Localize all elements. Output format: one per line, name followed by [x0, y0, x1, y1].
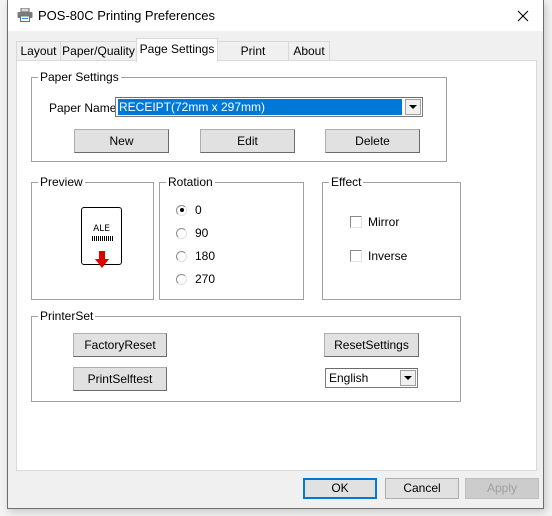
print-selftest-button[interactable]: PrintSelftest — [73, 367, 167, 391]
close-icon — [517, 10, 529, 21]
paper-name-select[interactable]: RECEIPT(72mm x 297mm) — [115, 97, 423, 117]
close-button[interactable] — [503, 0, 543, 31]
preview-legend: Preview — [38, 175, 85, 189]
language-value: English — [329, 371, 369, 385]
radio-icon — [176, 227, 187, 239]
rotation-legend: Rotation — [166, 175, 215, 189]
tab-print-settings[interactable]: Print Settings — [217, 41, 289, 76]
page-settings-panel: Paper Settings Paper Name RECEIPT(72mm x… — [16, 60, 537, 471]
chevron-down-icon — [404, 376, 412, 380]
rotation-90-radio[interactable]: 90 — [176, 226, 208, 240]
factory-reset-button[interactable]: FactoryReset — [73, 333, 167, 357]
title-bar: POS-80C Printing Preferences — [8, 0, 543, 31]
tab-page-settings[interactable]: Page Settings — [136, 38, 218, 62]
printer-icon — [17, 8, 33, 22]
radio-selected-icon — [176, 204, 187, 216]
apply-button[interactable]: Apply — [465, 478, 539, 499]
dropdown-arrow-button[interactable] — [400, 370, 416, 386]
checkbox-icon — [350, 250, 362, 262]
inverse-label: Inverse — [368, 249, 408, 263]
tab-layout[interactable]: Layout — [16, 41, 61, 61]
rotation-90-label: 90 — [195, 226, 209, 240]
preview-sample-text: ALE — [93, 224, 110, 234]
checkbox-icon — [350, 216, 362, 228]
effect-group: Effect Mirror Inverse — [322, 175, 461, 300]
printerset-legend: PrinterSet — [38, 309, 96, 323]
rotation-0-label: 0 — [195, 203, 202, 217]
preview-paper: ALE — [81, 207, 122, 268]
rotation-270-label: 270 — [195, 272, 216, 286]
edit-button[interactable]: Edit — [200, 129, 295, 153]
delete-button[interactable]: Delete — [325, 129, 420, 153]
rotation-180-label: 180 — [195, 249, 216, 263]
cancel-button[interactable]: Cancel — [385, 478, 459, 499]
new-button[interactable]: New — [74, 129, 169, 153]
mirror-checkbox[interactable]: Mirror — [350, 215, 399, 229]
rotation-group: Rotation 0 90 180 270 — [159, 175, 304, 300]
inverse-checkbox[interactable]: Inverse — [350, 249, 407, 263]
paper-settings-group: Paper Settings Paper Name RECEIPT(72mm x… — [31, 70, 447, 162]
rotation-0-radio[interactable]: 0 — [176, 203, 202, 217]
effect-legend: Effect — [329, 175, 364, 189]
dropdown-arrow-button[interactable] — [405, 99, 421, 115]
radio-icon — [176, 250, 187, 262]
paper-name-value: RECEIPT(72mm x 297mm) — [118, 99, 402, 115]
mirror-label: Mirror — [368, 215, 400, 229]
chevron-down-icon — [409, 105, 417, 109]
arrow-down-icon — [95, 251, 109, 268]
printing-preferences-window: POS-80C Printing Preferences Layout Pape… — [7, 0, 544, 509]
reset-settings-button[interactable]: ResetSettings — [324, 333, 419, 357]
ok-button[interactable]: OK — [303, 478, 377, 499]
radio-icon — [176, 273, 187, 285]
rotation-180-radio[interactable]: 180 — [176, 249, 215, 263]
printerset-group: PrinterSet FactoryReset PrintSelftest Re… — [31, 309, 461, 402]
paper-settings-legend: Paper Settings — [38, 70, 121, 84]
tab-about[interactable]: About — [288, 41, 330, 61]
window-title: POS-80C Printing Preferences — [38, 8, 216, 23]
barcode-icon — [92, 236, 113, 241]
language-select[interactable]: English — [325, 368, 418, 388]
tab-paper-quality[interactable]: Paper/Quality — [60, 41, 137, 61]
paper-name-label: Paper Name — [49, 101, 117, 115]
rotation-270-radio[interactable]: 270 — [176, 272, 215, 286]
